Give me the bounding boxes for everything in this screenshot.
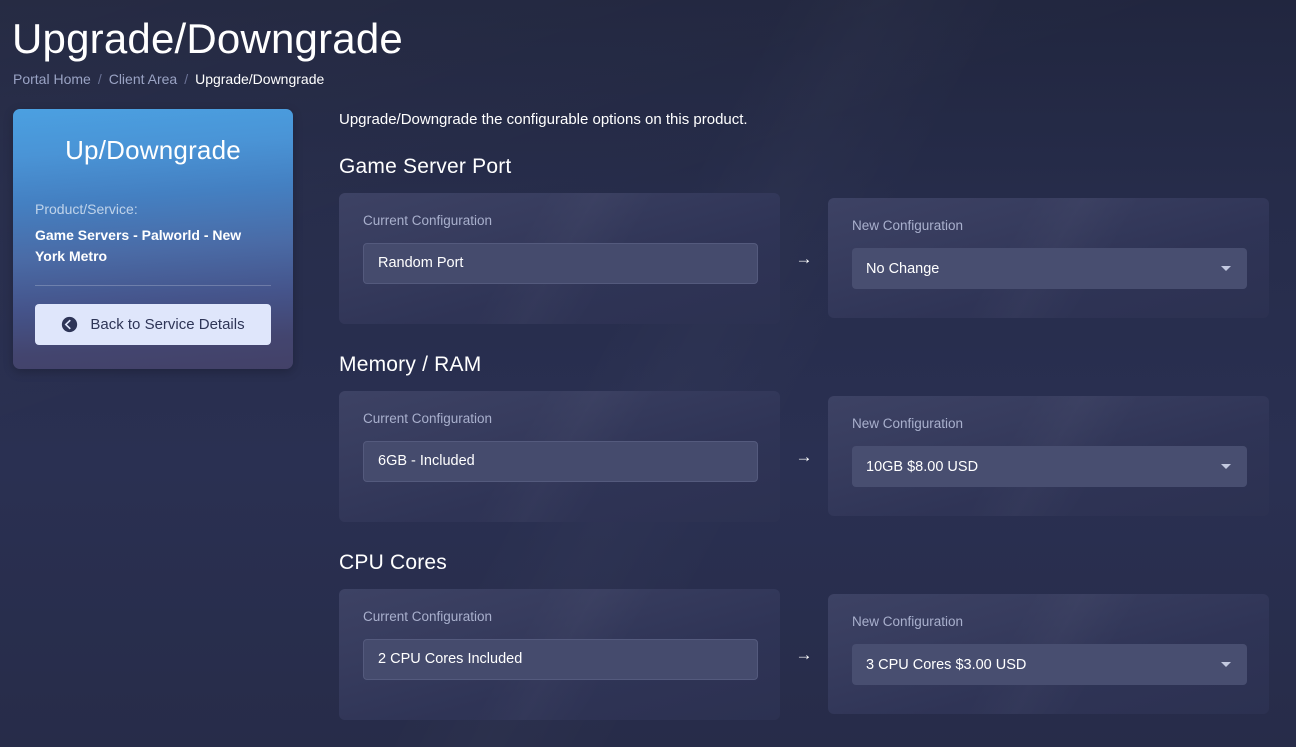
arrow-right-icon: → — [780, 646, 828, 663]
breadcrumb-item-portal-home[interactable]: Portal Home — [13, 70, 91, 88]
select-value: 10GB $8.00 USD — [866, 459, 978, 475]
section-title: Memory / RAM — [339, 351, 1269, 379]
page-title: Upgrade/Downgrade — [12, 14, 1296, 64]
back-to-service-details-button[interactable]: Back to Service Details — [35, 304, 271, 345]
section-title: CPU Cores — [339, 549, 1269, 577]
new-configuration-select-memory-ram[interactable]: 10GB $8.00 USD — [852, 446, 1247, 487]
chevron-down-icon — [1221, 464, 1231, 469]
page-header: Upgrade/Downgrade Portal Home / Client A… — [0, 0, 1296, 88]
current-configuration-label: Current Configuration — [363, 608, 758, 626]
new-configuration-label: New Configuration — [852, 415, 1247, 433]
current-configuration-panel: Current Configuration 2 CPU Cores Includ… — [339, 589, 780, 720]
sidebar-card-title: Up/Downgrade — [35, 135, 271, 166]
current-configuration-label: Current Configuration — [363, 212, 758, 230]
config-compare-row: Current Configuration 2 CPU Cores Includ… — [339, 589, 1269, 720]
select-value: No Change — [866, 261, 939, 277]
new-configuration-panel: New Configuration No Change — [828, 198, 1269, 318]
arrow-right-icon: → — [780, 250, 828, 267]
config-section-memory-ram: Memory / RAM Current Configuration 6GB -… — [339, 351, 1269, 522]
chevron-down-icon — [1221, 662, 1231, 667]
breadcrumb: Portal Home / Client Area / Upgrade/Down… — [13, 70, 1296, 88]
select-value: 3 CPU Cores $3.00 USD — [866, 657, 1026, 673]
arrow-circle-left-icon — [61, 316, 78, 333]
current-configuration-value: 2 CPU Cores Included — [363, 639, 758, 680]
config-compare-row: Current Configuration Random Port → New … — [339, 193, 1269, 324]
new-configuration-select-cpu-cores[interactable]: 3 CPU Cores $3.00 USD — [852, 644, 1247, 685]
upgrade-downgrade-page: Upgrade/Downgrade Portal Home / Client A… — [0, 0, 1296, 747]
product-service-label: Product/Service: — [35, 200, 271, 218]
new-configuration-label: New Configuration — [852, 613, 1247, 631]
updowngrade-card: Up/Downgrade Product/Service: Game Serve… — [13, 109, 293, 369]
breadcrumb-item-current: Upgrade/Downgrade — [195, 70, 324, 88]
sidebar-divider — [35, 285, 271, 286]
arrow-right-icon: → — [780, 448, 828, 465]
new-configuration-panel: New Configuration 3 CPU Cores $3.00 USD — [828, 594, 1269, 714]
intro-text: Upgrade/Downgrade the configurable optio… — [339, 109, 1269, 131]
main-column: Upgrade/Downgrade the configurable optio… — [320, 109, 1296, 720]
new-configuration-label: New Configuration — [852, 217, 1247, 235]
config-compare-row: Current Configuration 6GB - Included → N… — [339, 391, 1269, 522]
current-configuration-value: Random Port — [363, 243, 758, 284]
current-configuration-label: Current Configuration — [363, 410, 758, 428]
current-configuration-value: 6GB - Included — [363, 441, 758, 482]
new-configuration-select-game-server-port[interactable]: No Change — [852, 248, 1247, 289]
section-title: Game Server Port — [339, 153, 1269, 181]
chevron-down-icon — [1221, 266, 1231, 271]
breadcrumb-item-client-area[interactable]: Client Area — [109, 70, 177, 88]
config-section-cpu-cores: CPU Cores Current Configuration 2 CPU Co… — [339, 549, 1269, 720]
sidebar-column: Up/Downgrade Product/Service: Game Serve… — [0, 109, 320, 369]
config-section-game-server-port: Game Server Port Current Configuration R… — [339, 153, 1269, 324]
breadcrumb-separator: / — [177, 70, 195, 88]
page-body: Up/Downgrade Product/Service: Game Serve… — [0, 88, 1296, 720]
current-configuration-panel: Current Configuration Random Port — [339, 193, 780, 324]
product-service-value: Game Servers - Palworld - New York Metro — [35, 225, 271, 267]
current-configuration-panel: Current Configuration 6GB - Included — [339, 391, 780, 522]
new-configuration-panel: New Configuration 10GB $8.00 USD — [828, 396, 1269, 516]
breadcrumb-separator: / — [91, 70, 109, 88]
back-button-label: Back to Service Details — [90, 316, 244, 333]
